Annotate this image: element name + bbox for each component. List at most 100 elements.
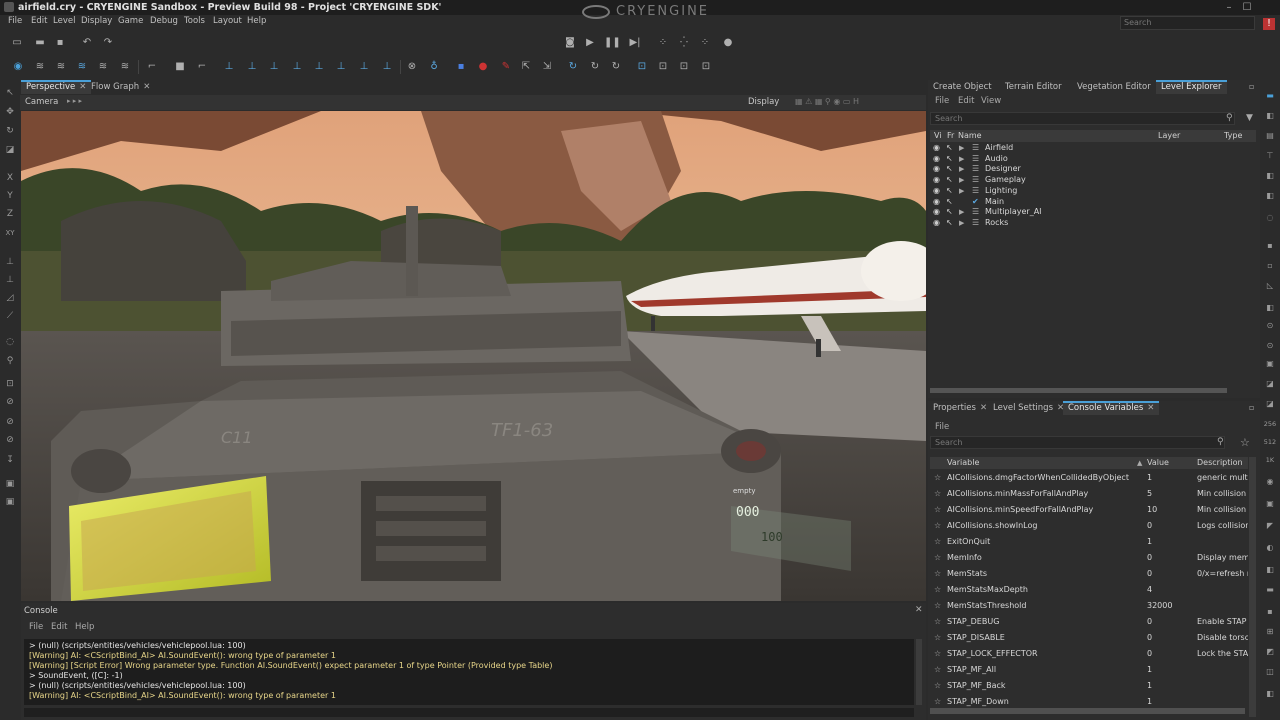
menu-level[interactable]: Level	[53, 16, 75, 26]
cvar-value[interactable]: 4	[1147, 582, 1152, 598]
panel-icon-4[interactable]: ⊤	[1263, 150, 1277, 162]
cv-menu-file[interactable]: File	[935, 422, 949, 432]
panel-icon-7[interactable]: ◌	[1263, 212, 1277, 224]
tab-properties[interactable]: Properties ✕	[928, 401, 992, 415]
close-window-icon[interactable]: !	[1263, 18, 1275, 30]
visibility-eye-icon[interactable]: ◉	[933, 186, 940, 196]
expand-arrow-icon[interactable]: ▶	[959, 186, 964, 196]
favorite-star-icon[interactable]: ☆	[934, 486, 941, 502]
magnet-icon[interactable]: ◌	[4, 336, 16, 348]
grid-3-icon[interactable]: ⊡	[677, 60, 691, 74]
terrain-mode-3-icon[interactable]: ≋	[75, 60, 89, 74]
axis-xy-icon[interactable]: XY	[4, 227, 16, 239]
refresh-3-icon[interactable]: ↻	[609, 60, 623, 74]
move-axis-3-icon[interactable]: ⊥	[267, 60, 281, 74]
brush-icon[interactable]: ⌐	[145, 60, 159, 74]
select-region-icon[interactable]: ⊡	[4, 378, 16, 390]
cvar-value[interactable]: 1	[1147, 678, 1152, 694]
menu-game[interactable]: Game	[118, 16, 143, 26]
panel-icon-8[interactable]: ▪	[1263, 240, 1277, 252]
layer-row[interactable]: ◉ ↖ ▶ ☰ Lighting	[930, 186, 1260, 197]
tab-terrain-editor[interactable]: Terrain Editor	[1000, 80, 1067, 94]
resolution-512[interactable]: 512	[1263, 436, 1277, 448]
terrain-mode-4-icon[interactable]: ≋	[96, 60, 110, 74]
ai-icon[interactable]: ⁛	[677, 36, 691, 50]
viewport-options-icon[interactable]: ▦ ⚠ ▦ ⚲ ◉ ▭ H	[795, 97, 859, 106]
minimize-icon[interactable]: –	[1222, 2, 1236, 13]
favorite-star-icon[interactable]: ☆	[934, 630, 941, 646]
cvar-row[interactable]: ☆ STAP_DISABLE 0 Disable torso	[930, 630, 1248, 646]
layer-row[interactable]: ◉ ↖ ▶ ☰ Designer	[930, 164, 1260, 175]
favorite-star-icon[interactable]: ☆	[934, 566, 941, 582]
cvar-row[interactable]: ☆ AICollisions.showInLog 0 Logs collision	[930, 518, 1248, 534]
sound-icon[interactable]: ●	[721, 36, 735, 50]
step-icon[interactable]: ▶|	[628, 36, 642, 50]
record-icon[interactable]: ●	[476, 60, 490, 74]
favorite-star-icon[interactable]: ☆	[934, 614, 941, 630]
console-menu-file[interactable]: File	[29, 622, 43, 632]
panel-icon-6[interactable]: ◧	[1263, 190, 1277, 202]
refresh-1-icon[interactable]: ↻	[566, 60, 580, 74]
col-type[interactable]: Type	[1224, 130, 1242, 142]
panel-icon-25[interactable]: ◩	[1263, 646, 1277, 658]
favorite-star-icon[interactable]: ☆	[934, 534, 941, 550]
col-variable[interactable]: Variable	[947, 457, 979, 469]
panel-options-icon[interactable]: ▫	[1249, 82, 1254, 91]
move-axis-7-icon[interactable]: ⊥	[357, 60, 371, 74]
panel-icon-19[interactable]: ◤	[1263, 520, 1277, 532]
cvars-search[interactable]: Search	[930, 436, 1225, 449]
favorite-star-icon[interactable]: ☆	[934, 470, 941, 486]
open-folder-icon[interactable]: ▬	[33, 36, 47, 50]
resolution-256[interactable]: 256	[1263, 418, 1277, 430]
terrain-mode-1-icon[interactable]: ≋	[33, 60, 47, 74]
menu-display[interactable]: Display	[81, 16, 112, 26]
move-axis-8-icon[interactable]: ⊥	[380, 60, 394, 74]
le-menu-file[interactable]: File	[935, 96, 949, 106]
terrain-mode-5-icon[interactable]: ≋	[118, 60, 132, 74]
cvar-value[interactable]: 0	[1147, 550, 1152, 566]
light-bulb-icon[interactable]: ♁	[427, 60, 441, 74]
menu-edit[interactable]: Edit	[31, 16, 47, 26]
tab-level-explorer[interactable]: Level Explorer	[1156, 80, 1227, 94]
camera-icon[interactable]: ◙	[563, 36, 577, 50]
cvar-value[interactable]: 10	[1147, 502, 1157, 518]
move-axis-5-icon[interactable]: ⊥	[312, 60, 326, 74]
col-value[interactable]: Value	[1147, 457, 1169, 469]
scale-icon[interactable]: ◪	[4, 144, 16, 156]
favorite-star-icon[interactable]: ☆	[934, 662, 941, 678]
close-icon[interactable]: ✕	[143, 82, 150, 92]
freeze-cursor-icon[interactable]: ↖	[946, 175, 953, 185]
axis-x-icon[interactable]: X	[4, 172, 16, 184]
favorite-star-icon[interactable]: ☆	[934, 550, 941, 566]
level-explorer-hscrollbar[interactable]	[930, 388, 1227, 393]
expand-arrow-icon[interactable]: ▶	[959, 218, 964, 228]
freeze-cursor-icon[interactable]: ↖	[946, 143, 953, 153]
align-icon[interactable]: ↧	[4, 454, 16, 466]
select-eye-icon[interactable]: ◉	[11, 60, 25, 74]
rotate-icon[interactable]: ↻	[4, 125, 16, 137]
zoom-icon[interactable]: ⚲	[4, 355, 16, 367]
panel-options-icon[interactable]: ▫	[1249, 403, 1254, 412]
close-icon[interactable]: ✕	[915, 605, 923, 615]
tab-flow-graph[interactable]: Flow Graph ✕	[86, 80, 155, 94]
freeze-cursor-icon[interactable]: ↖	[946, 154, 953, 164]
cvars-vscrollbar[interactable]	[1249, 457, 1256, 717]
maximize-icon[interactable]: ☐	[1240, 2, 1254, 13]
console-input[interactable]	[24, 708, 914, 717]
cvar-row[interactable]: ☆ MemStatsMaxDepth 4	[930, 582, 1248, 598]
sort-ascending-icon[interactable]: ▲	[1137, 457, 1142, 469]
cvar-row[interactable]: ☆ STAP_MF_All 1	[930, 662, 1248, 678]
cvar-row[interactable]: ☆ STAP_LOCK_EFFECTOR 0 Lock the STAF	[930, 646, 1248, 662]
snap-grid-icon[interactable]: ⊥	[4, 274, 16, 286]
panel-icon-12[interactable]: ⊙	[1263, 320, 1277, 332]
cvar-row[interactable]: ☆ ExitOnQuit 1	[930, 534, 1248, 550]
visibility-eye-icon[interactable]: ◉	[933, 207, 940, 217]
menu-file[interactable]: File	[8, 16, 22, 26]
expand-arrow-icon[interactable]: ▶	[959, 207, 964, 217]
freeze-cursor-icon[interactable]: ↖	[946, 164, 953, 174]
layer-row[interactable]: ◉ ↖ ▶ ☰ Audio	[930, 154, 1260, 165]
pause-icon[interactable]: ❚❚	[604, 36, 621, 50]
tab-console-variables[interactable]: Console Variables ✕	[1063, 401, 1160, 415]
tab-level-settings[interactable]: Level Settings ✕	[988, 401, 1069, 415]
panel-icon-23[interactable]: ▪	[1263, 606, 1277, 618]
